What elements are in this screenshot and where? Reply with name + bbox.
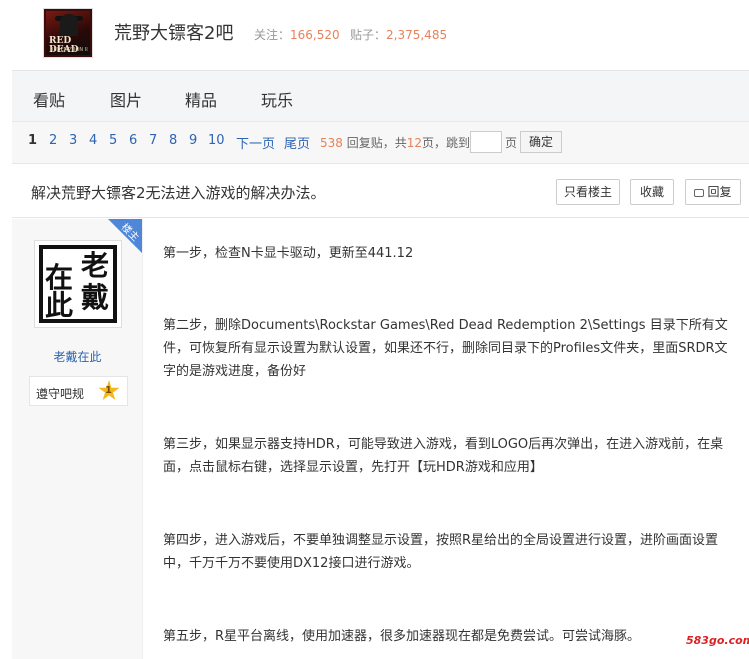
- avatar-char: 老: [81, 249, 110, 282]
- reply-icon: [694, 189, 705, 197]
- page-count: 12: [406, 136, 423, 150]
- favorite-button[interactable]: 收藏: [630, 179, 674, 205]
- author-column: 楼主 老 戴 在 此 老戴在此 遵守吧规 1: [12, 219, 143, 659]
- avatar-char: 戴: [81, 281, 110, 314]
- nav-tab-featured[interactable]: 精品: [185, 87, 217, 111]
- logo-subtitle: REDEMPTION II: [50, 47, 88, 53]
- jump-unit: 页: [505, 136, 518, 150]
- forum-nav: 看贴 图片 精品 玩乐: [12, 70, 749, 122]
- page-link[interactable]: 8: [169, 133, 177, 148]
- page-suffix: 页，跳到: [422, 136, 471, 150]
- level-number: 1: [105, 385, 112, 396]
- logo-artwork: RED DEAD REDEMPTION II: [46, 11, 90, 55]
- post-paragraph: 第五步，R星平台离线，使用加速器，很多加速器现在都是免费尝试。可尝试海豚。: [163, 629, 641, 644]
- thread-title-bar: 解决荒野大镖客2无法进入游戏的解决办法。 只看楼主 收藏 回复: [12, 164, 749, 218]
- follow-label: 关注：: [254, 28, 291, 42]
- site-watermark: 583go.com: [686, 634, 749, 647]
- avatar-seal: 老 戴 在 此: [39, 245, 117, 323]
- last-page-link[interactable]: 尾页: [284, 133, 310, 152]
- avatar[interactable]: 老 戴 在 此: [34, 240, 122, 328]
- reply-info: 538 回复贴，共12页，跳到: [320, 134, 470, 151]
- forum-title[interactable]: 荒野大镖客2吧: [114, 19, 233, 45]
- only-op-button[interactable]: 只看楼主: [556, 179, 620, 205]
- post-paragraph: 第三步，如果显示器支持HDR，可能导致进入游戏，看到LOGO后再次弹出，在进入游…: [163, 437, 724, 475]
- post-op: 楼主 老 戴 在 此 老戴在此 遵守吧规 1 第一步，检查N卡显卡驱动，更新至4…: [12, 219, 749, 659]
- rule-badge-label: 遵守吧规: [36, 387, 85, 401]
- avatar-char: 此: [45, 289, 74, 322]
- page-link[interactable]: 3: [69, 133, 77, 148]
- follow-count: 166,520: [290, 28, 340, 42]
- thread-title: 解决荒野大镖客2无法进入游戏的解决办法。: [31, 184, 326, 202]
- reply-suffix: 回复贴，共: [342, 136, 407, 150]
- posts-label: 贴子：: [350, 28, 387, 42]
- nav-tab-posts[interactable]: 看贴: [33, 87, 65, 111]
- reply-button[interactable]: 回复: [685, 179, 741, 205]
- posts-stat: 贴子：2,375,485: [350, 26, 447, 43]
- post-paragraph: 第二步，删除Documents\Rockstar Games\Red Dead …: [163, 318, 728, 379]
- post-paragraph: 第一步，检查N卡显卡驱动，更新至441.12: [163, 246, 414, 261]
- page-current: 1: [28, 133, 38, 148]
- pagination: 1 2 3 4 5 6 7 8 9 10 下一页 尾页 538 回复贴，共12页…: [12, 122, 749, 164]
- posts-count: 2,375,485: [386, 28, 448, 42]
- reply-count: 538: [320, 136, 343, 150]
- page-link[interactable]: 7: [149, 133, 157, 148]
- jump-page-input[interactable]: [470, 131, 502, 153]
- next-page-link[interactable]: 下一页: [236, 133, 275, 152]
- reply-label: 回复: [707, 185, 732, 199]
- forum-header: RED DEAD REDEMPTION II 荒野大镖客2吧 关注：166,52…: [0, 0, 749, 70]
- follow-stat: 关注：166,520: [254, 26, 340, 43]
- page-link[interactable]: 5: [109, 133, 117, 148]
- page-link[interactable]: 10: [208, 133, 225, 148]
- author-name-link[interactable]: 老戴在此: [12, 348, 143, 365]
- page-link[interactable]: 6: [129, 133, 137, 148]
- jump-confirm-button[interactable]: 确定: [520, 131, 562, 153]
- nav-tab-images[interactable]: 图片: [110, 87, 142, 111]
- page-link[interactable]: 4: [89, 133, 97, 148]
- page-link[interactable]: 9: [189, 133, 197, 148]
- rule-badge[interactable]: 遵守吧规 1: [29, 376, 128, 406]
- logo-figure-shape: [60, 14, 78, 36]
- nav-tab-fun[interactable]: 玩乐: [261, 87, 293, 111]
- forum-logo[interactable]: RED DEAD REDEMPTION II: [43, 8, 93, 58]
- page-link[interactable]: 2: [49, 133, 57, 148]
- post-paragraph: 第四步，进入游戏后，不要单独调整显示设置，按照R星给出的全局设置进行设置，进阶画…: [163, 533, 719, 571]
